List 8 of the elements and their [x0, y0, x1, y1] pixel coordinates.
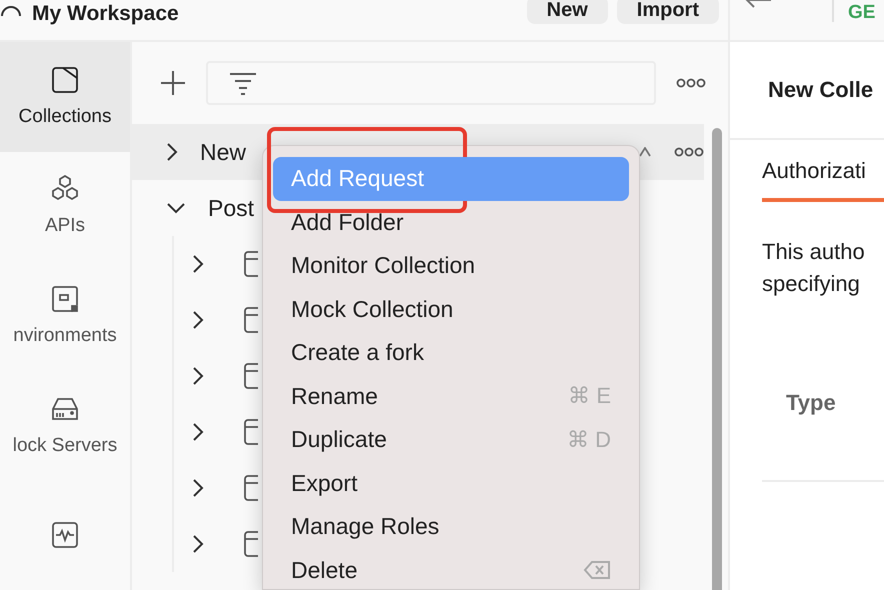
collection-title: New Colle [730, 42, 884, 140]
shortcut-label: ⌘ D [567, 426, 611, 453]
request-method: GE [848, 2, 876, 24]
column-header: Type [786, 390, 837, 417]
shortcut-label: ⌘ E [568, 383, 611, 410]
description-text: specifying [762, 270, 861, 298]
description-text: This autho [762, 238, 866, 266]
workspace-title: My Workspace [32, 2, 180, 26]
